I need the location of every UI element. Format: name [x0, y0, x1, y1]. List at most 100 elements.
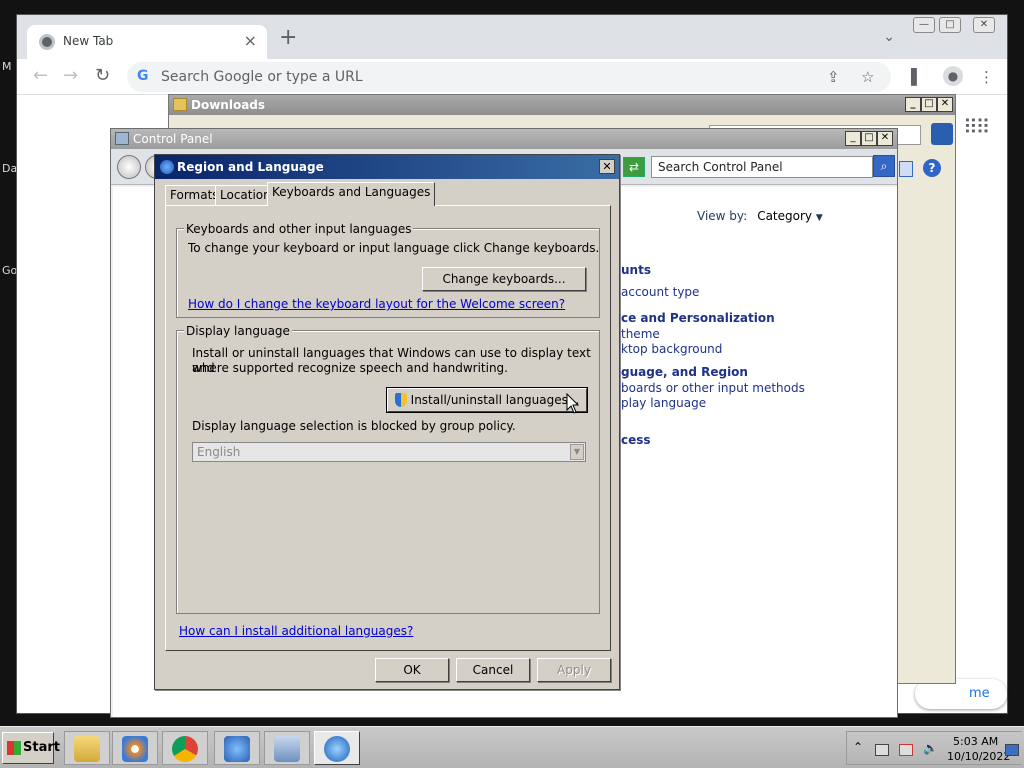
back-arrow-icon[interactable]: ← [33, 65, 48, 86]
share-icon[interactable]: ⇪ [827, 68, 840, 86]
taskbar-explorer[interactable] [64, 731, 110, 765]
display-language-value: English [197, 445, 241, 459]
link-change-account-type[interactable]: account type [621, 285, 699, 299]
region-language-dialog: Region and Language ✕ Formats Location K… [154, 154, 620, 690]
link-keyboards-input[interactable]: boards or other input methods [621, 381, 805, 395]
taskbar-media-player[interactable] [112, 731, 158, 765]
side-panel-icon[interactable]: ▌ [911, 68, 923, 86]
tab-search-chevron-icon[interactable]: ⌄ [883, 29, 895, 45]
chrome-icon [172, 736, 198, 762]
display-language-group-label: Display language [184, 324, 292, 338]
welcome-screen-layout-link[interactable]: How do I change the keyboard layout for … [188, 297, 565, 311]
globe-icon [160, 160, 174, 174]
keyboards-group-label: Keyboards and other input languages [184, 222, 414, 236]
chrome-tab-title: New Tab [63, 34, 114, 48]
view-by-control[interactable]: View by: Category ▼ [697, 209, 823, 223]
view-by-value[interactable]: Category [757, 209, 812, 223]
folder-icon [173, 98, 187, 111]
clock-date[interactable]: 10/10/2022 [947, 750, 1010, 763]
start-button[interactable]: Start [2, 732, 60, 764]
bookmark-star-icon[interactable]: ☆ [861, 68, 874, 86]
forward-arrow-icon[interactable]: → [63, 65, 78, 86]
control-panel-icon [274, 736, 300, 762]
ok-button[interactable]: OK [375, 658, 449, 682]
tab-keyboards-and-languages[interactable]: Keyboards and Languages [267, 182, 436, 206]
downloads-title: Downloads [191, 98, 266, 112]
cp-minimize-button[interactable]: _ [845, 131, 861, 146]
dialog-titlebar[interactable]: Region and Language ✕ [155, 155, 619, 179]
taskbar-control-panel[interactable] [264, 731, 310, 765]
downloads-maximize-button[interactable]: □ [921, 97, 937, 112]
uac-shield-icon [394, 393, 407, 407]
network-icon[interactable] [875, 744, 889, 756]
category-user-accounts[interactable]: unts [621, 263, 651, 277]
taskbar-chrome[interactable] [162, 731, 208, 765]
show-hidden-icons-icon[interactable]: ⌃ [853, 740, 863, 754]
taskbar-control-panel-search[interactable] [214, 731, 260, 765]
new-tab-button[interactable]: + [279, 27, 297, 49]
tab-panel: Keyboards and other input languages To c… [165, 205, 611, 651]
cancel-button[interactable]: Cancel [456, 658, 530, 682]
dropdown-arrow-icon[interactable]: ▼ [816, 213, 823, 223]
back-button[interactable] [117, 155, 141, 179]
cp-maximize-button[interactable]: □ [861, 131, 877, 146]
search-icon[interactable] [931, 123, 953, 145]
control-panel-titlebar[interactable]: Control Panel _ □ ✕ [111, 129, 897, 149]
cp-close-button[interactable]: ✕ [877, 131, 893, 146]
taskbar: Start ⌃ 🔈 5:03 AM 10/10/2022 [0, 726, 1024, 768]
media-player-icon [122, 736, 148, 762]
refresh-icon[interactable]: ⇄ [623, 157, 645, 177]
install-uninstall-languages-button[interactable]: Install/uninstall languages... [386, 387, 588, 413]
control-panel-icon [115, 132, 129, 145]
google-g-icon: G [137, 68, 149, 84]
downloads-close-button[interactable]: ✕ [937, 97, 953, 112]
blocked-policy-text: Display language selection is blocked by… [192, 419, 516, 433]
desktop-icon-label[interactable]: Go [2, 264, 17, 277]
start-label: Start [23, 740, 60, 755]
show-desktop-icon[interactable] [1005, 744, 1019, 756]
install-uninstall-label: Install/uninstall languages... [410, 393, 580, 407]
install-additional-languages-link[interactable]: How can I install additional languages? [179, 624, 413, 638]
chrome-tab[interactable]: New Tab × [27, 25, 267, 59]
clock-time[interactable]: 5:03 AM [953, 735, 998, 748]
apps-grid-icon[interactable]: ⠿⠿ [963, 115, 990, 139]
globe-document-icon [224, 736, 250, 762]
change-keyboards-button[interactable]: Change keyboards... [422, 267, 586, 291]
category-appearance[interactable]: ce and Personalization [621, 311, 775, 325]
category-ease-of-access[interactable]: cess [621, 433, 651, 447]
windows-flag-icon [7, 741, 21, 755]
chrome-close-button[interactable]: ✕ [973, 17, 995, 33]
control-panel-title: Control Panel [133, 132, 213, 146]
display-language-select: English ▼ [192, 442, 586, 462]
desktop-icon-label[interactable]: M [2, 60, 12, 73]
folder-icon [74, 736, 100, 762]
desktop-icon-label[interactable]: Da [2, 162, 17, 175]
chrome-maximize-button[interactable]: □ [939, 17, 961, 33]
system-tray: ⌃ 🔈 5:03 AM 10/10/2022 [846, 731, 1022, 765]
close-tab-icon[interactable]: × [244, 31, 257, 50]
control-panel-search-input[interactable]: Search Control Panel [651, 156, 873, 178]
taskbar-region-language[interactable] [314, 731, 360, 765]
display-language-description-line2: where supported recognize speech and han… [192, 361, 508, 375]
volume-icon[interactable]: 🔈 [923, 741, 938, 755]
mouse-cursor-icon [566, 393, 580, 414]
action-center-icon[interactable] [899, 744, 913, 756]
link-desktop-background[interactable]: ktop background [621, 342, 722, 356]
dialog-close-button[interactable]: ✕ [599, 159, 615, 174]
downloads-titlebar[interactable]: Downloads _ □ ✕ [169, 95, 955, 115]
chrome-tab-strip: New Tab × + ⌄ — □ ✕ [17, 15, 1007, 59]
profile-avatar-icon[interactable]: ● [943, 66, 963, 86]
chrome-minimize-button[interactable]: — [913, 17, 935, 33]
view-by-label: View by: [697, 209, 748, 223]
change-view-icon[interactable] [899, 161, 913, 177]
link-change-theme[interactable]: theme [621, 327, 660, 341]
help-icon[interactable]: ? [923, 159, 941, 177]
link-display-language[interactable]: play language [621, 396, 706, 410]
search-icon[interactable]: ⌕ [873, 155, 895, 177]
apply-button[interactable]: Apply [537, 658, 611, 682]
address-bar[interactable]: G Search Google or type a URL ⇪ ☆ [127, 62, 891, 92]
reload-icon[interactable]: ↻ [95, 65, 110, 86]
chrome-menu-icon[interactable]: ⋮ [979, 68, 994, 86]
category-clock-language-region[interactable]: guage, and Region [621, 365, 748, 379]
downloads-minimize-button[interactable]: _ [905, 97, 921, 112]
